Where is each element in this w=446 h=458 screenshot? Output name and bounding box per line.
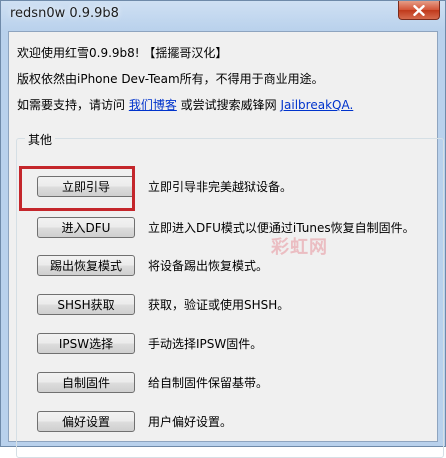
exit-recovery-button[interactable]: 踢出恢复模式 (37, 255, 135, 276)
ipsw-select-desc: 手动选择IPSW固件。 (148, 337, 263, 351)
client-area: 欢迎使用红雪0.9.9b8! 【揺擺哥汉化】 版权依然由iPhone Dev-T… (8, 31, 444, 458)
close-button[interactable] (398, 1, 440, 20)
exit-recovery-desc: 将设备踢出恢复模式。 (148, 259, 269, 273)
welcome-text: 欢迎使用红雪0.9.9b8! 【揺擺哥汉化】 (17, 46, 228, 60)
jailbreakqa-link[interactable]: JailbreakQA. (280, 98, 353, 112)
title-bar[interactable]: redsn0w 0.9.9b8 (1, 1, 445, 31)
window-title: redsn0w 0.9.9b8 (10, 6, 119, 21)
groupbox-title: 其他 (25, 131, 56, 148)
support-prefix: 如需要支持，请访问 (17, 98, 129, 112)
shsh-desc: 获取，验证或使用SHSH。 (148, 298, 290, 312)
custom-firmware-button[interactable]: 自制固件 (37, 372, 135, 393)
boot-now-desc: 立即引导非完美越狱设备。 (148, 180, 293, 194)
support-text: 如需要支持，请访问 我们博客 或尝试搜索威锋网 JailbreakQA. (17, 96, 353, 113)
copyright-text: 版权依然由iPhone Dev-Team所有，不得用于商业用途。 (17, 72, 324, 86)
preferences-button[interactable]: 偏好设置 (37, 411, 135, 432)
ipsw-select-button[interactable]: IPSW选择 (37, 333, 135, 354)
app-window: redsn0w 0.9.9b8 欢迎使用红雪0.9.9b8! 【揺擺哥汉化】 版… (0, 0, 446, 458)
close-icon (413, 4, 425, 16)
watermark-text: 彩虹网 (271, 237, 328, 258)
shsh-button[interactable]: SHSH获取 (37, 294, 135, 315)
custom-firmware-desc: 给自制固件保留基带。 (148, 376, 269, 390)
blog-link[interactable]: 我们博客 (129, 98, 177, 112)
support-middle: 或尝试搜索威锋网 (176, 98, 281, 112)
enter-dfu-button[interactable]: 进入DFU (37, 217, 135, 238)
preferences-desc: 用户偏好设置。 (148, 415, 233, 429)
highlight-annotation-box (19, 166, 135, 211)
